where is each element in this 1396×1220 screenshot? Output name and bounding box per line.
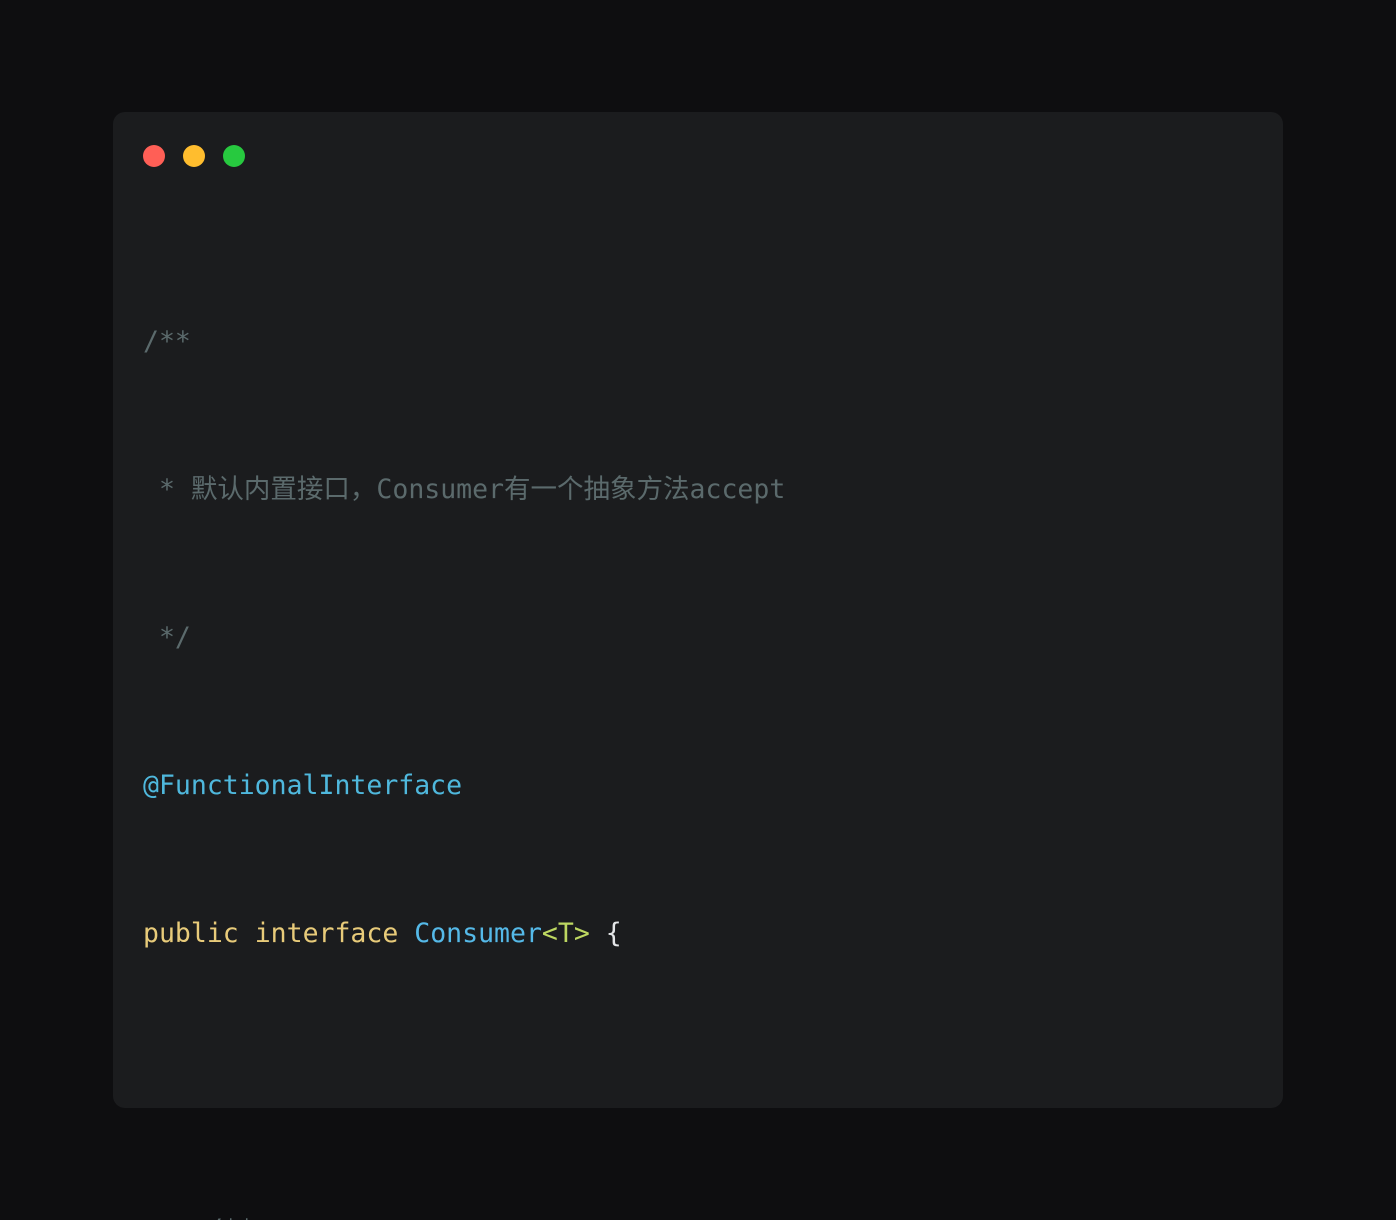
code-line-7: /**: [143, 1211, 1273, 1220]
annotation-functional-interface: @FunctionalInterface: [143, 770, 463, 801]
code-line-4: @FunctionalInterface: [143, 767, 1273, 804]
code-line-1: /**: [143, 323, 1273, 360]
minimize-window-button[interactable]: [183, 145, 205, 167]
maximize-window-button[interactable]: [223, 145, 245, 167]
keyword-public: public: [143, 918, 239, 949]
close-window-button[interactable]: [143, 145, 165, 167]
code-block[interactable]: /** * 默认内置接口，Consumer有一个抽象方法accept */ @F…: [143, 212, 1273, 1220]
generic-type-param: T: [557, 918, 574, 949]
code-window-card: /** * 默认内置接口，Consumer有一个抽象方法accept */ @F…: [113, 112, 1283, 1220]
comment-text-cn-1: 默认内置接口，Consumer有一个抽象方法accept: [190, 474, 786, 505]
comment-star: *: [158, 474, 175, 505]
generic-open: <: [541, 918, 558, 949]
comment-open-inner: /**: [207, 1214, 255, 1220]
brace-open: {: [605, 918, 622, 949]
window-title-bar: [113, 112, 1283, 200]
code-line-3: */: [143, 619, 1273, 656]
comment-close: */: [158, 622, 191, 653]
code-line-6-blank: [143, 1063, 1273, 1100]
code-line-2: * 默认内置接口，Consumer有一个抽象方法accept: [143, 471, 1273, 508]
code-line-5: public interface Consumer<T> {: [143, 915, 1273, 952]
comment-token: /**: [143, 326, 191, 357]
screenshot-stage: /** * 默认内置接口，Consumer有一个抽象方法accept */ @F…: [0, 0, 1396, 1220]
generic-close: >: [573, 918, 590, 949]
type-consumer: Consumer: [414, 918, 542, 949]
keyword-interface: interface: [254, 918, 399, 949]
